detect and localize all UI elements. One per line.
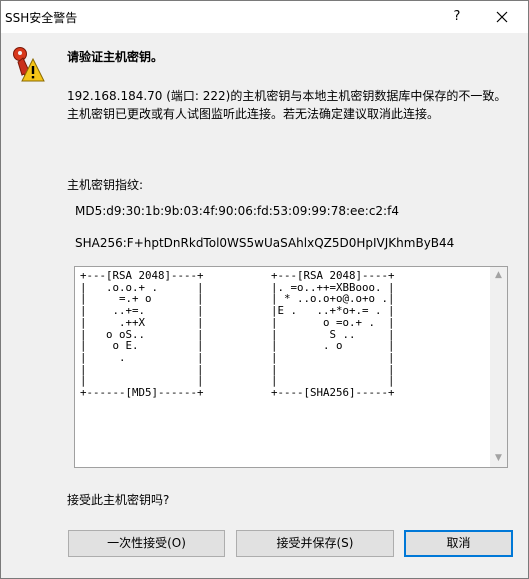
randomart-md5: +---[RSA 2048]----+ | .o.o.+ . | | =.+ o…	[80, 269, 204, 400]
cancel-button[interactable]: 取消	[404, 530, 513, 557]
randomart-textarea[interactable]: +---[RSA 2048]----+ | .o.o.+ . | | =.+ o…	[74, 266, 508, 468]
window-title: SSH安全警告	[5, 11, 78, 25]
fingerprint-sha256: SHA256:F+hptDnRkdTol0WS5wUaSAhlxQZ5D0HpI…	[75, 236, 455, 250]
ssh-security-warning-dialog: SSH安全警告 ? 请验证主机密钥。 192.168.184.70 (端口: 2…	[0, 0, 529, 579]
title-bar: SSH安全警告 ?	[1, 1, 528, 33]
help-icon: ?	[453, 9, 461, 24]
warning-message: 192.168.184.70 (端口: 222)的主机密钥与本地主机密钥数据库中…	[67, 89, 507, 121]
accept-once-button[interactable]: 一次性接受(O)	[68, 530, 225, 557]
close-icon	[496, 11, 508, 23]
vertical-scrollbar[interactable]: ▲ ▼	[490, 267, 507, 467]
randomart-sha256: +---[RSA 2048]----+ |. =o..++=XBBooo. | …	[271, 269, 395, 400]
scroll-up-icon[interactable]: ▲	[490, 267, 507, 284]
dialog-heading: 请验证主机密钥。	[67, 50, 164, 64]
help-button[interactable]: ?	[434, 1, 480, 33]
accept-and-save-button[interactable]: 接受并保存(S)	[236, 530, 394, 557]
fingerprint-md5: MD5:d9:30:1b:9b:03:4f:90:06:fd:53:09:99:…	[75, 204, 399, 218]
close-button[interactable]	[479, 1, 525, 33]
fingerprint-label: 主机密钥指纹:	[67, 178, 144, 192]
accept-question: 接受此主机密钥吗?	[67, 493, 170, 507]
key-warning-icon	[13, 47, 45, 82]
scroll-down-icon[interactable]: ▼	[490, 450, 507, 467]
